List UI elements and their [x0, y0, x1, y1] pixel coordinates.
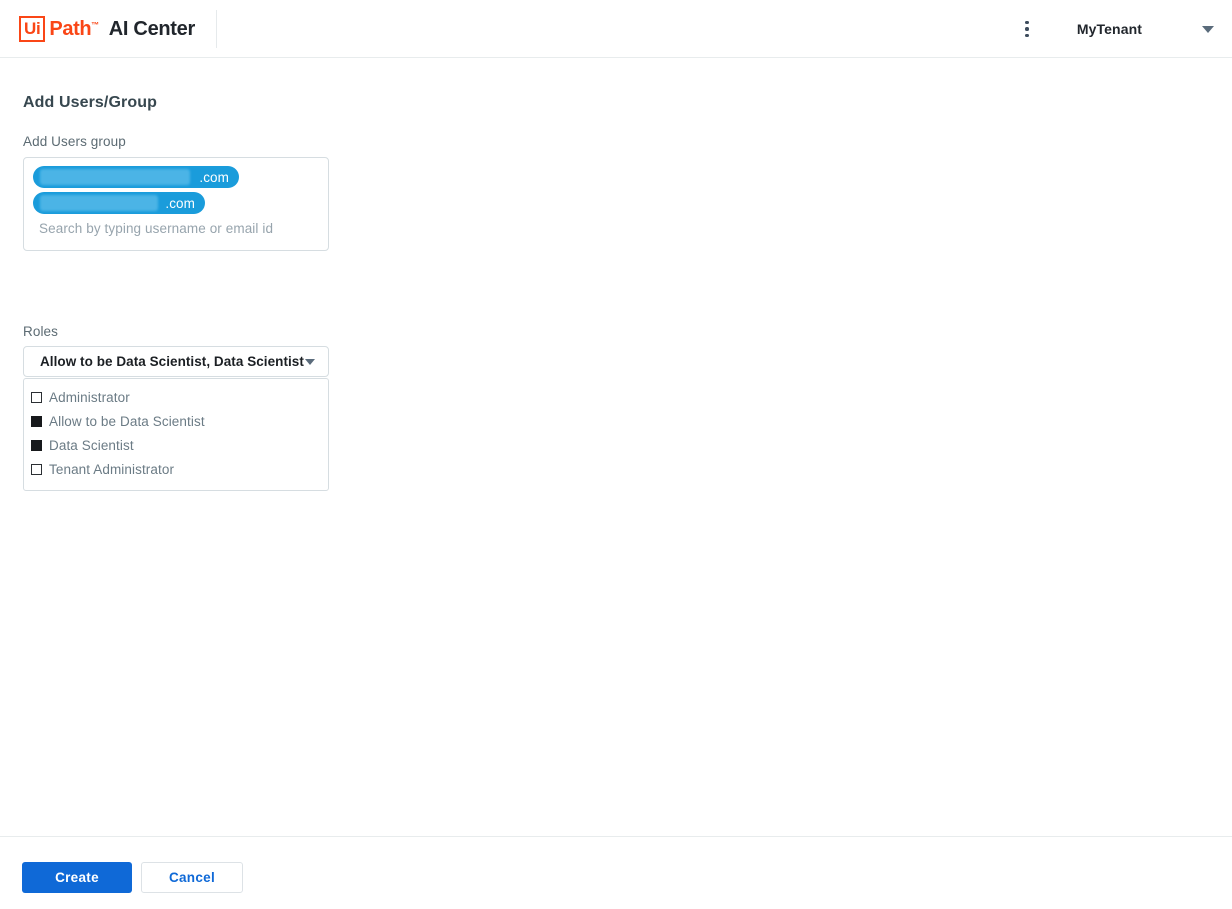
role-option-tenant-administrator[interactable]: Tenant Administrator — [24, 457, 328, 481]
role-option-label: Administrator — [49, 389, 130, 405]
add-users-input[interactable]: .com .com Search by typing username or e… — [23, 157, 329, 251]
chevron-down-icon — [1202, 25, 1214, 33]
roles-label: Roles — [23, 324, 59, 339]
role-option-data-scientist[interactable]: Data Scientist — [24, 433, 328, 457]
role-option-administrator[interactable]: Administrator — [24, 385, 328, 409]
role-option-allow-to-be-data-scientist[interactable]: Allow to be Data Scientist — [24, 409, 328, 433]
tenant-selector[interactable]: MyTenant — [1077, 21, 1232, 37]
tenant-name-label: MyTenant — [1076, 21, 1142, 37]
header-right-group: MyTenant — [1013, 0, 1232, 58]
kebab-dot — [1025, 27, 1029, 31]
trademark-icon: ™ — [91, 19, 99, 29]
uipath-logo-badge: Ui — [19, 15, 46, 42]
form-footer: Create Cancel — [0, 836, 1232, 909]
app-title: AI Center — [108, 17, 196, 40]
add-users-group-label: Add Users group — [23, 134, 126, 149]
redacted-username — [40, 195, 158, 211]
role-option-label: Tenant Administrator — [49, 461, 175, 477]
checkbox-unchecked-icon[interactable] — [31, 391, 42, 403]
roles-selected-value: Allow to be Data Scientist, Data Scienti… — [40, 354, 304, 369]
user-chip[interactable]: .com — [33, 192, 205, 214]
main-content: Add Users/Group Add Users group .com .co… — [0, 58, 1232, 836]
more-vertical-icon[interactable] — [1013, 15, 1041, 43]
chevron-down-icon — [305, 358, 315, 365]
app-window: Ui Path™ AI Center MyTenant Add Users/Gr… — [0, 0, 1232, 909]
roles-select[interactable]: Allow to be Data Scientist, Data Scienti… — [23, 346, 329, 377]
uipath-logo[interactable]: Ui Path™ — [19, 15, 99, 42]
user-chip-label: .com — [165, 195, 195, 211]
app-header: Ui Path™ AI Center MyTenant — [0, 0, 1232, 58]
kebab-dot — [1025, 20, 1029, 25]
user-chip-label: .com — [199, 169, 229, 185]
page-title: Add Users/Group — [23, 94, 157, 111]
uipath-logo-word: Path™ — [49, 17, 99, 40]
role-option-label: Data Scientist — [49, 437, 134, 453]
checkbox-checked-icon[interactable] — [31, 439, 42, 451]
search-input-placeholder[interactable]: Search by typing username or email id — [33, 221, 319, 236]
create-button[interactable]: Create — [22, 862, 132, 893]
checkbox-unchecked-icon[interactable] — [31, 463, 42, 475]
uipath-logo-word-text: Path — [49, 17, 92, 40]
user-chip[interactable]: .com — [33, 166, 239, 188]
brand-area: Ui Path™ AI Center — [0, 0, 217, 57]
roles-options-list: Administrator Allow to be Data Scientist… — [23, 378, 329, 491]
role-option-label: Allow to be Data Scientist — [49, 413, 205, 429]
checkbox-checked-icon[interactable] — [31, 415, 42, 427]
cancel-button[interactable]: Cancel — [141, 862, 243, 893]
kebab-dot — [1025, 33, 1029, 38]
redacted-username — [40, 169, 190, 185]
header-divider — [215, 9, 217, 48]
